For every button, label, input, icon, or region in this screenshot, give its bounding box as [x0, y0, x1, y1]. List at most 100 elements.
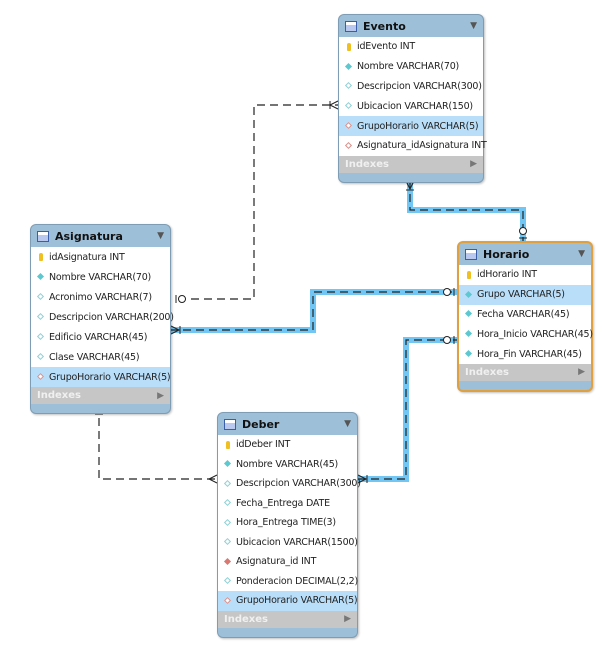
table-asignatura[interactable]: Asignatura ▼ idAsignatura INT Nombre VARCHA…: [30, 224, 174, 414]
indexes-section[interactable]: Indexes ▶: [218, 610, 357, 628]
column-row[interactable]: Clase VARCHAR(45): [31, 347, 170, 367]
table-horario[interactable]: Horario ▼ idHorario INT Grupo VARCHAR(5) Fec…: [457, 241, 593, 392]
column-label: Descripcion VARCHAR(200): [49, 311, 174, 323]
table-icon: [345, 20, 357, 32]
column-row[interactable]: Hora_Entrega TIME(3): [218, 513, 357, 533]
table-name: Horario: [483, 247, 530, 261]
column-icon: [224, 577, 232, 585]
table-header[interactable]: Asignatura ▼: [31, 225, 170, 247]
column-row[interactable]: Edificio VARCHAR(45): [31, 327, 170, 347]
table-header[interactable]: Evento ▼: [339, 15, 483, 37]
column-row[interactable]: Descripcion VARCHAR(200): [31, 307, 174, 327]
column-row[interactable]: idHorario INT: [459, 265, 591, 285]
primary-key-icon: [465, 270, 473, 279]
foreign-key-icon: [345, 142, 353, 150]
column-row[interactable]: idDeber INT: [218, 435, 357, 455]
table-evento[interactable]: Evento ▼ idEvento INT Nombre VARCHAR(70) Des…: [338, 14, 487, 183]
relationship-asignatura-deber[interactable]: [98, 405, 217, 480]
column-row[interactable]: Acronimo VARCHAR(7): [31, 287, 170, 307]
expand-arrow-icon[interactable]: ▶: [470, 159, 477, 169]
column-row[interactable]: Ubicacion VARCHAR(150): [339, 96, 483, 116]
expand-arrow-icon[interactable]: ▶: [157, 391, 164, 401]
column-row[interactable]: Grupo VARCHAR(5): [459, 284, 591, 305]
column-label: idDeber INT: [236, 439, 291, 451]
column-icon: [224, 519, 232, 527]
not-null-column-icon: [345, 63, 353, 71]
not-null-column-icon: [465, 330, 473, 338]
foreign-key-icon: [345, 122, 353, 130]
table-deber[interactable]: Deber ▼ idDeber INT Nombre VARCHAR(45) Descr…: [217, 412, 361, 638]
foreign-key-not-null-icon: [224, 558, 232, 566]
column-label: Edificio VARCHAR(45): [49, 331, 148, 343]
relationship-highlight: [407, 181, 526, 241]
column-label: Acronimo VARCHAR(7): [49, 291, 152, 303]
column-label: Descripcion VARCHAR(300): [236, 478, 361, 490]
column-row[interactable]: Asignatura_idAsignatura INT: [339, 136, 487, 156]
column-label: Grupo VARCHAR(5): [477, 289, 565, 301]
column-icon: [37, 293, 45, 301]
table-icon: [37, 230, 49, 242]
optional-one-marker-icon: [443, 288, 451, 296]
foreign-key-icon: [37, 373, 45, 381]
column-row[interactable]: Descripcion VARCHAR(300): [218, 474, 361, 494]
column-row[interactable]: Fecha VARCHAR(45): [459, 305, 591, 325]
column-row[interactable]: Nombre VARCHAR(70): [31, 267, 170, 287]
column-label: GrupoHorario VARCHAR(5): [357, 120, 479, 132]
column-row[interactable]: Nombre VARCHAR(70): [339, 57, 483, 77]
column-label: Descripcion VARCHAR(300): [357, 80, 482, 92]
collapse-caret-icon[interactable]: ▼: [578, 249, 585, 259]
column-row[interactable]: Hora_Fin VARCHAR(45): [459, 344, 591, 364]
column-label: GrupoHorario VARCHAR(5): [236, 595, 358, 607]
table-header[interactable]: Deber ▼: [218, 413, 357, 435]
column-icon: [224, 480, 232, 488]
table-name: Deber: [242, 417, 280, 431]
column-row[interactable]: Nombre VARCHAR(45): [218, 455, 357, 475]
column-label: Fecha_Entrega DATE: [236, 497, 330, 509]
collapse-caret-icon[interactable]: ▼: [157, 231, 164, 241]
column-row[interactable]: Ponderacion DECIMAL(2,2): [218, 572, 358, 592]
collapse-caret-icon[interactable]: ▼: [344, 419, 351, 429]
not-null-column-icon: [465, 310, 473, 318]
primary-key-icon: [37, 253, 45, 261]
column-row[interactable]: Hora_Inicio VARCHAR(45): [459, 324, 593, 344]
indexes-label: Indexes: [224, 613, 268, 625]
column-label: Nombre VARCHAR(70): [357, 61, 460, 73]
indexes-section[interactable]: Indexes ▶: [31, 387, 170, 404]
column-label: Asignatura_id INT: [236, 556, 317, 568]
column-row[interactable]: Descripcion VARCHAR(300): [339, 77, 483, 97]
column-row[interactable]: Ubicacion VARCHAR(1500): [218, 533, 358, 553]
column-label: Hora_Inicio VARCHAR(45): [477, 328, 593, 340]
relationship-horario-asignatura[interactable]: [170, 291, 457, 331]
column-icon: [37, 333, 45, 341]
column-label: Fecha VARCHAR(45): [477, 308, 570, 320]
indexes-section[interactable]: Indexes ▶: [339, 155, 483, 173]
foreign-key-icon: [224, 597, 232, 605]
column-label: Hora_Entrega TIME(3): [236, 517, 336, 529]
column-row[interactable]: GrupoHorario VARCHAR(5): [31, 367, 171, 387]
column-row[interactable]: idAsignatura INT: [31, 247, 170, 267]
collapse-caret-icon[interactable]: ▼: [470, 21, 477, 31]
not-null-column-icon: [465, 291, 473, 299]
table-icon: [465, 248, 477, 260]
column-row[interactable]: Fecha_Entrega DATE: [218, 494, 357, 514]
column-icon: [345, 102, 353, 110]
column-label: idAsignatura INT: [49, 251, 125, 263]
column-row[interactable]: idEvento INT: [339, 37, 483, 57]
expand-arrow-icon[interactable]: ▶: [344, 614, 351, 624]
not-null-column-icon: [224, 460, 232, 468]
column-label: Nombre VARCHAR(45): [236, 458, 339, 470]
table-header[interactable]: Horario ▼: [459, 243, 591, 265]
relationship-asignatura-evento[interactable]: [178, 104, 338, 300]
indexes-section[interactable]: Indexes ▶: [459, 363, 591, 381]
column-label: Clase VARCHAR(45): [49, 351, 140, 363]
expand-arrow-icon[interactable]: ▶: [578, 367, 585, 377]
column-row[interactable]: Asignatura_id INT: [218, 552, 357, 572]
column-icon: [345, 82, 353, 90]
column-row[interactable]: GrupoHorario VARCHAR(5): [218, 591, 358, 611]
column-label: idHorario INT: [477, 269, 537, 281]
primary-key-icon: [345, 42, 353, 51]
column-label: GrupoHorario VARCHAR(5): [49, 371, 171, 383]
column-row[interactable]: GrupoHorario VARCHAR(5): [339, 116, 483, 136]
not-null-column-icon: [465, 350, 473, 358]
column-label: Hora_Fin VARCHAR(45): [477, 348, 582, 360]
